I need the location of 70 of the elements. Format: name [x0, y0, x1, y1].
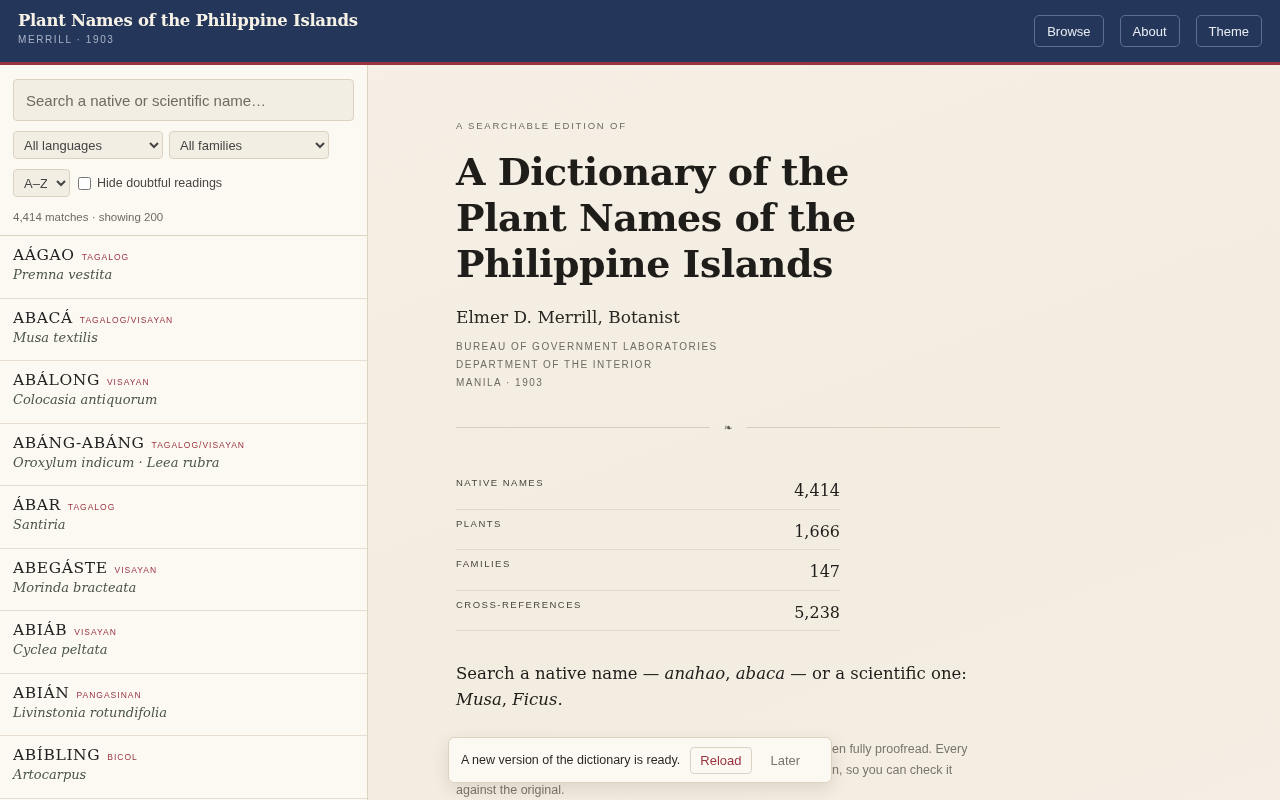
native-name: ABIÁB: [13, 621, 68, 639]
checkbox-label: Hide doubtful readings: [97, 176, 223, 190]
reload-button[interactable]: Reload: [690, 746, 752, 774]
entry-item[interactable]: ABIÁB VISAYAN Cyclea peltata: [0, 611, 367, 674]
eyebrow-text: A SEARCHABLE EDITION OF: [456, 120, 627, 131]
stat-value: 4,414: [794, 481, 840, 500]
stat-label: NATIVE NAMES: [456, 477, 545, 488]
entry-item[interactable]: ÁBAR TAGALOG Santiria: [0, 486, 367, 549]
entry-item[interactable]: ABÁNG-ABÁNG TAGALOG/VISAYAN Oroxylum indicum · Leea rubra: [0, 423, 367, 486]
entry-item[interactable]: ABÁLONG VISAYAN Colocasia antiquorum: [0, 361, 367, 424]
language-label: BICOL: [107, 752, 138, 762]
scientific-name: Oroxylum indicum · Leea rubra: [13, 454, 220, 470]
entry-item[interactable]: ABIÁN PANGASINAN Livinstonia rotundifolia: [0, 673, 367, 736]
scientific-name: Livinstonia rotundifolia: [13, 704, 167, 720]
language-label: TAGALOG/VISAYAN: [151, 439, 245, 450]
checkbox[interactable]: [78, 176, 91, 190]
scientific-name: Artocarpus: [13, 767, 87, 782]
imprint-line: DEPARTMENT OF THE INTERIOR: [456, 359, 654, 370]
site-title: Plant Names of the Philippine Islands: [18, 11, 358, 30]
native-name: ABEGÁSTE: [13, 558, 108, 577]
native-name: ABACÁ: [13, 308, 73, 327]
native-name: ÁBAR: [13, 496, 61, 514]
stat-value: 147: [809, 562, 840, 581]
match-count: 4,414 matches · showing 200: [13, 211, 164, 223]
native-name: AÁGAO: [13, 246, 75, 264]
scientific-name: Morinda bracteata: [13, 579, 137, 595]
later-button[interactable]: Later: [761, 746, 810, 774]
search-field[interactable]: Search a native or scientific name…: [13, 79, 354, 121]
scientific-name: Musa textilis: [13, 329, 98, 345]
native-name: ABIÁN: [13, 683, 70, 702]
author-name: Elmer D. Merrill, Botanist: [456, 307, 680, 327]
page-title: A Dictionary of the Plant Names of the Philippine Islands: [456, 149, 856, 287]
entry-item[interactable]: ABACÁ TAGALOG/VISAYAN Musa textilis: [0, 298, 367, 361]
stat-value: 5,238: [794, 602, 840, 622]
scientific-name: Cyclea peltata: [13, 642, 108, 657]
language-label: TAGALOG/VISAYAN: [79, 314, 174, 325]
language-label: PANGASINAN: [76, 689, 142, 700]
note-text: against the original.: [456, 782, 565, 799]
native-name: ABÍBLING: [13, 746, 101, 764]
nav-button[interactable]: Browse: [1034, 15, 1104, 47]
native-name: ABÁLONG: [13, 371, 100, 389]
native-name: ABÁNG-ABÁNG: [13, 433, 145, 452]
language-label: VISAYAN: [74, 627, 117, 637]
nav-button[interactable]: Theme: [1195, 15, 1262, 47]
stat-label: PLANTS: [456, 517, 502, 529]
language-select[interactable]: All languages: [13, 131, 163, 159]
stat-value: 1,666: [794, 521, 840, 541]
language-label: VISAYAN: [114, 564, 158, 575]
note-text: en fully proofread. Every: [832, 741, 968, 758]
language-label: VISAYAN: [106, 377, 150, 387]
imprint-line: BUREAU OF GOVERNMENT LABORATORIES: [456, 341, 718, 352]
language-label: TAGALOG: [67, 502, 116, 512]
entry-item[interactable]: AÁGAO TAGALOG Premna vestita: [0, 236, 367, 299]
note-text: n, so you can check it: [832, 761, 953, 779]
imprint-line: MANILA · 1903: [456, 377, 545, 388]
family-select[interactable]: All families: [169, 131, 329, 159]
stat-label: FAMILIES: [456, 558, 511, 569]
entry-item[interactable]: ABÍBLING BICOL Artocarpus: [0, 736, 367, 799]
intro-text: Search a native name — anahao, abaca — or a scientific one: Musa, Ficus.: [456, 663, 968, 711]
stat-label: CROSS-REFERENCES: [456, 598, 582, 610]
sort-select[interactable]: A–Z: [13, 169, 70, 197]
ornament: ❧: [724, 422, 732, 433]
toast-message: A new version of the dictionary is ready.: [461, 753, 681, 767]
scientific-name: Colocasia antiquorum: [13, 392, 158, 407]
entry-item[interactable]: ABEGÁSTE VISAYAN Morinda bracteata: [0, 548, 367, 611]
scientific-name: Premna vestita: [13, 267, 113, 282]
nav-button[interactable]: About: [1119, 15, 1180, 47]
language-label: TAGALOG: [81, 252, 130, 262]
scientific-name: Santiria: [13, 517, 66, 532]
site-subtitle: MERRILL · 1903: [18, 34, 116, 45]
